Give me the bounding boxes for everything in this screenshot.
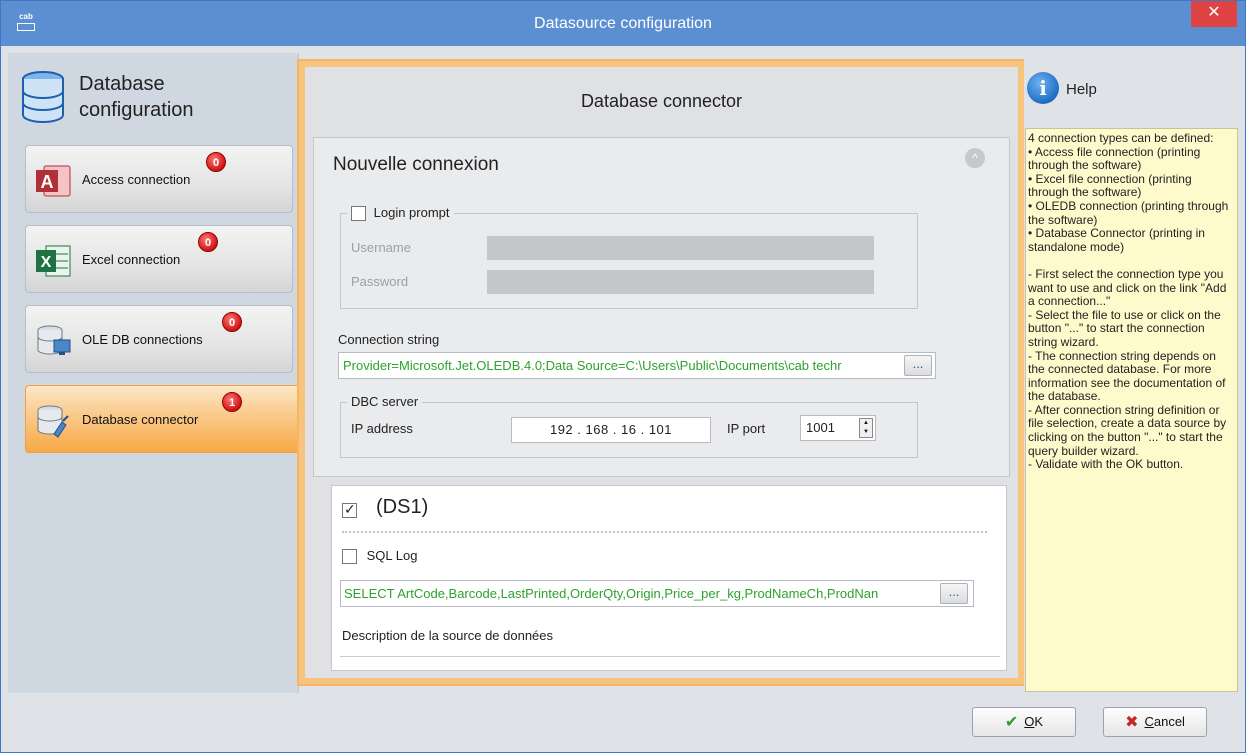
access-icon: A <box>36 165 71 197</box>
sql-log-checkbox[interactable]: SQL Log <box>342 548 417 565</box>
count-badge: 1 <box>222 392 242 412</box>
nav-item-label: OLE DB connections <box>82 332 203 347</box>
connection-card: Nouvelle connexion ^ Login prompt Userna… <box>313 137 1010 477</box>
datasource-title: (DS1) <box>376 496 429 518</box>
username-label: Username <box>351 240 411 255</box>
info-icon: i <box>1027 72 1059 104</box>
ip-address-input[interactable]: 192 . 168 . 16 . 101 <box>511 417 711 443</box>
window-title: Datasource configuration <box>534 15 712 32</box>
nav-item-database-connector[interactable]: Database connector 1 <box>25 385 301 453</box>
description-label: Description de la source de données <box>342 628 554 643</box>
close-button[interactable]: ✕ <box>1191 1 1237 27</box>
cancel-button[interactable]: ✖ Cancel <box>1103 707 1207 737</box>
nav-item-oledb-connections[interactable]: OLE DB connections 0 <box>25 305 293 373</box>
main-panel: Database connector Nouvelle connexion ^ … <box>297 59 1026 686</box>
login-groupbox: Login prompt Username Password <box>340 205 918 309</box>
svg-text:X: X <box>41 254 52 271</box>
description-field[interactable] <box>340 656 1000 657</box>
checkbox-icon[interactable] <box>342 549 357 565</box>
datasource-card: (DS1) SQL Log SELECT ArtCode,Barcode,Las… <box>331 485 1007 671</box>
ip-address-label: IP address <box>351 421 413 436</box>
password-label: Password <box>351 274 409 289</box>
nav-title: Database configuration <box>79 73 194 121</box>
cross-icon: ✖ <box>1125 714 1139 731</box>
nav-item-access-connection[interactable]: A Access connection 0 <box>25 145 293 213</box>
sql-query-input[interactable]: SELECT ArtCode,Barcode,LastPrinted,Order… <box>340 580 974 607</box>
title-bar[interactable]: cab Datasource configuration ✕ <box>1 1 1245 46</box>
nav-item-label: Excel connection <box>82 252 181 267</box>
count-badge: 0 <box>198 232 218 252</box>
ip-port-label: IP port <box>727 421 766 436</box>
oledb-icon <box>37 325 71 355</box>
divider <box>342 531 987 533</box>
nav-item-label: Database connector <box>82 412 199 427</box>
nav-item-excel-connection[interactable]: X Excel connection 0 <box>25 225 293 293</box>
excel-icon: X <box>36 245 71 277</box>
dbc-server-label: DBC server <box>347 394 423 409</box>
help-title: Help <box>1066 81 1097 98</box>
database-connector-icon <box>37 405 69 438</box>
checkmark-icon: ✔ <box>1004 714 1019 731</box>
connection-title: Nouvelle connexion <box>333 154 499 175</box>
database-icon <box>22 71 64 123</box>
checkbox-checked-icon[interactable] <box>342 501 357 519</box>
svg-text:A: A <box>41 172 54 192</box>
collapse-icon[interactable]: ^ <box>965 148 985 168</box>
connection-wizard-button[interactable]: ... <box>904 355 932 376</box>
help-panel: i Help 4 connection types can be defined… <box>1024 53 1238 693</box>
nav-item-label: Access connection <box>82 172 191 187</box>
dbc-server-groupbox: DBC server IP address 192 . 168 . 16 . 1… <box>340 394 918 458</box>
ok-button[interactable]: ✔ OK <box>972 707 1076 737</box>
ip-port-stepper[interactable]: 1001 ▲ ▼ <box>800 415 876 441</box>
left-nav: Database configuration A Access connecti… <box>8 53 301 693</box>
count-badge: 0 <box>222 312 242 332</box>
datasource-config-window: cab Datasource configuration ✕ Database … <box>0 0 1246 753</box>
login-prompt-checkbox[interactable]: Login prompt <box>347 205 454 222</box>
spin-icon[interactable]: ▲ ▼ <box>859 418 873 438</box>
panel-heading: Database connector <box>580 91 743 111</box>
help-text: 4 connection types can be defined: • Acc… <box>1025 128 1238 692</box>
username-field[interactable] <box>487 236 874 260</box>
connection-string-input[interactable]: Provider=Microsoft.Jet.OLEDB.4.0;Data So… <box>338 352 936 379</box>
connection-string-label: Connection string <box>338 332 440 347</box>
nav-header: Database configuration <box>21 71 291 127</box>
count-badge: 0 <box>206 152 226 172</box>
query-wizard-button[interactable]: ... <box>940 583 968 604</box>
checkbox-icon[interactable] <box>351 206 366 222</box>
password-field[interactable] <box>487 270 874 294</box>
datasource-enabled-checkbox[interactable] <box>342 501 357 519</box>
